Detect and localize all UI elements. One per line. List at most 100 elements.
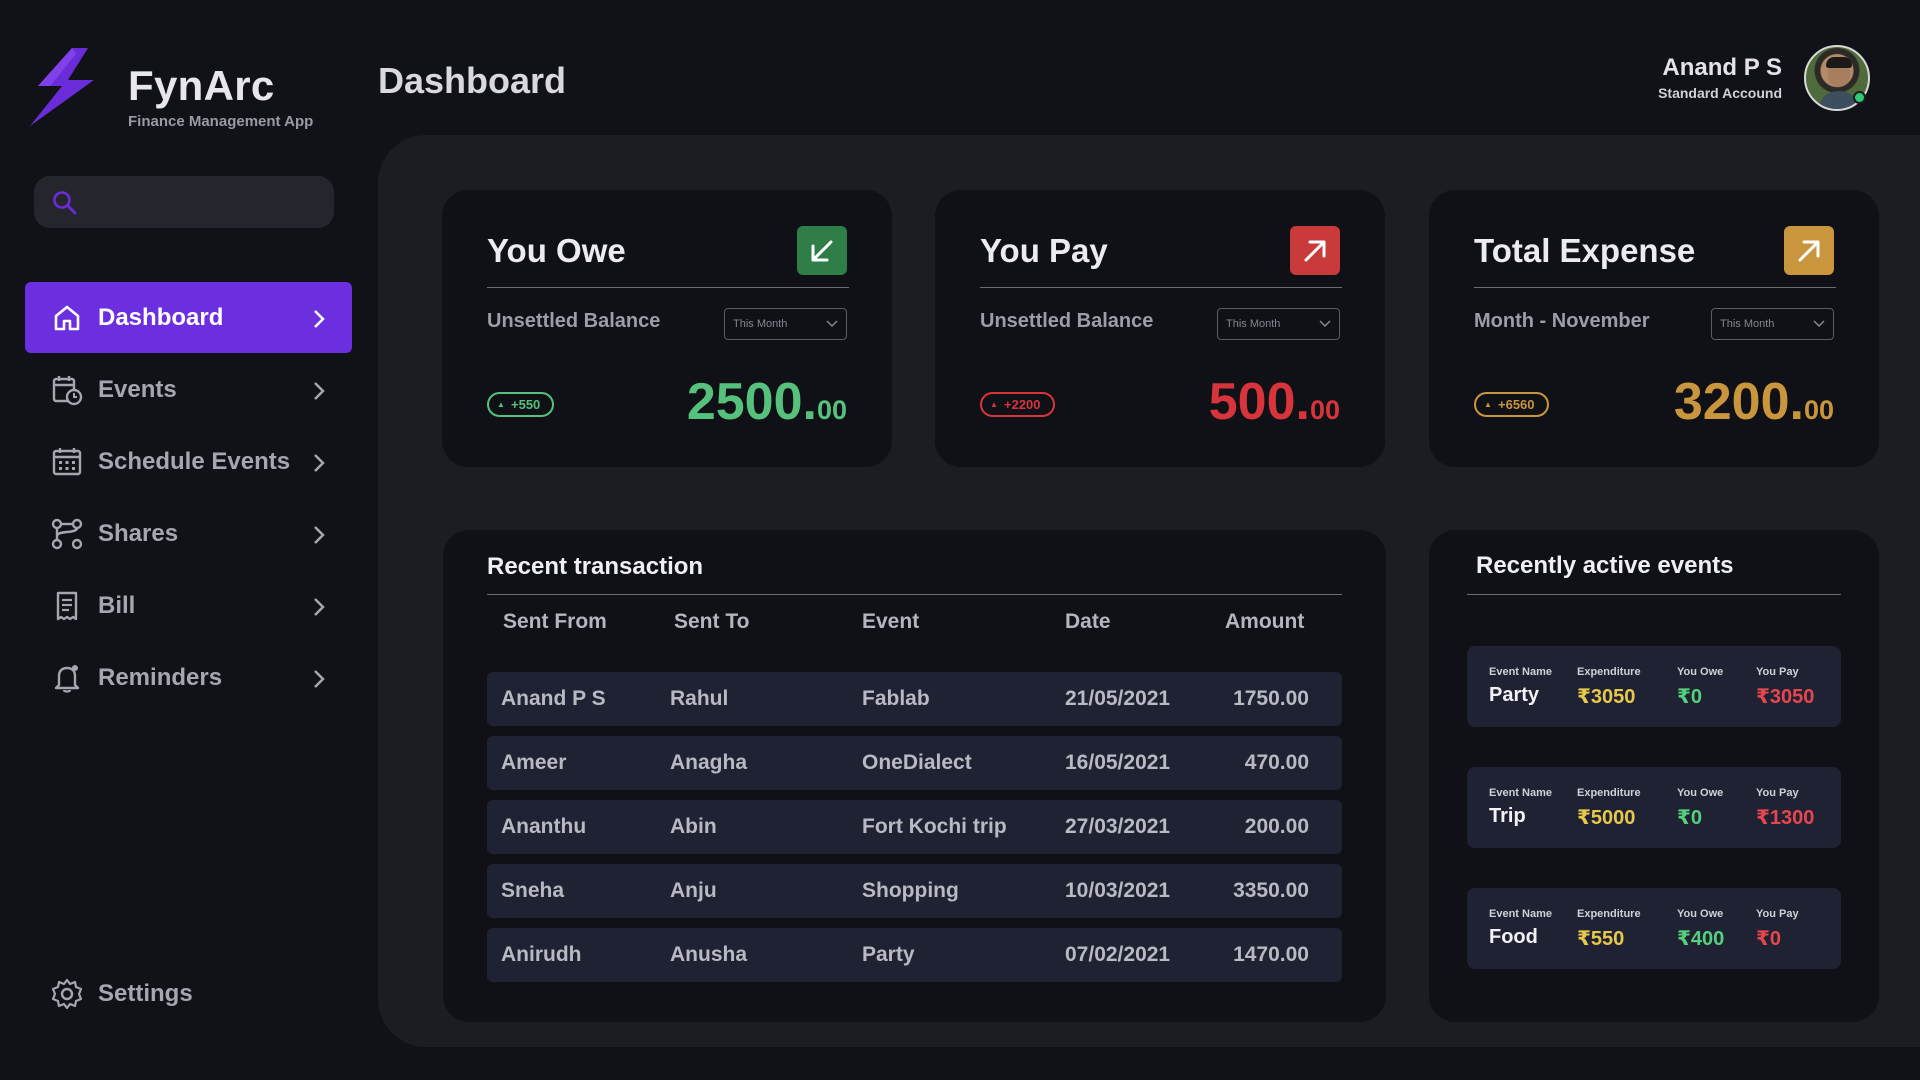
event-card[interactable]: Event Name Food Expenditure ₹550 You Owe ₹4… bbox=[1467, 888, 1841, 969]
card-total-expense: Total Expense Month - November This Mont… bbox=[1429, 190, 1879, 467]
card-title: You Owe bbox=[487, 232, 626, 269]
sidebar-item-label: Bill bbox=[98, 591, 136, 619]
sidebar-item-dashboard[interactable]: Dashboard bbox=[25, 282, 352, 353]
card-divider bbox=[1474, 287, 1836, 288]
section-title: Recently active events bbox=[1476, 552, 1734, 579]
table-header: Sent From Sent To Event Date Amount bbox=[487, 610, 1342, 640]
event-expenditure: ₹550 bbox=[1577, 928, 1625, 950]
section-title: Recent transaction bbox=[487, 553, 704, 580]
chevron-down-icon bbox=[1319, 320, 1331, 328]
sidebar-nav: Dashboard Events Schedule Events Shares … bbox=[25, 282, 352, 714]
column-header: Date bbox=[1065, 610, 1111, 633]
sidebar-item-settings[interactable]: Settings bbox=[25, 960, 325, 1030]
chevron-right-icon bbox=[314, 310, 325, 328]
receipt-icon bbox=[56, 591, 78, 621]
sidebar-item-shares[interactable]: Shares bbox=[25, 498, 352, 569]
period-select[interactable]: This Month bbox=[1711, 308, 1834, 340]
column-header: Sent To bbox=[674, 610, 750, 633]
event-expenditure: ₹5000 bbox=[1577, 807, 1636, 829]
card-you-owe: You Owe Unsettled Balance This Month +55… bbox=[442, 190, 892, 467]
arrow-up-right-icon[interactable] bbox=[1290, 226, 1340, 275]
chevron-right-icon bbox=[314, 382, 325, 400]
fynarc-logo-icon bbox=[30, 48, 94, 126]
app-subtitle: Finance Management App bbox=[128, 113, 314, 130]
table-row[interactable]: Anirudh Anusha Party 07/02/2021 1470.00 bbox=[487, 928, 1342, 982]
search-icon bbox=[53, 191, 77, 215]
table-row[interactable]: Ananthu Abin Fort Kochi trip 27/03/2021 … bbox=[487, 800, 1342, 854]
card-amount: 3200.00 bbox=[1673, 373, 1834, 431]
event-name: Food bbox=[1489, 926, 1538, 948]
section-divider bbox=[1467, 594, 1841, 595]
recent-transactions: Recent transaction Sent From Sent To Eve… bbox=[443, 530, 1386, 1022]
calendar-clock-icon bbox=[52, 376, 83, 406]
card-amount: 2500.00 bbox=[686, 373, 847, 431]
period-select[interactable]: This Month bbox=[1217, 308, 1340, 340]
table-body: Anand P S Rahul Fablab 21/05/2021 1750.0… bbox=[487, 672, 1342, 992]
card-divider bbox=[487, 287, 849, 288]
chevron-right-icon bbox=[314, 598, 325, 616]
app-name: FynArc bbox=[128, 62, 275, 109]
event-card[interactable]: Event Name Party Expenditure ₹3050 You Owe… bbox=[1467, 646, 1841, 727]
event-you-owe: ₹0 bbox=[1677, 686, 1703, 708]
chevron-down-icon bbox=[826, 320, 838, 328]
settings-label: Settings bbox=[98, 980, 193, 1007]
chevron-right-icon bbox=[314, 454, 325, 472]
chevron-down-icon bbox=[1813, 320, 1825, 328]
card-subtitle: Unsettled Balance bbox=[980, 310, 1154, 332]
change-badge: +550 bbox=[487, 392, 555, 417]
event-you-pay: ₹1300 bbox=[1756, 807, 1815, 829]
page-title: Dashboard bbox=[378, 60, 567, 101]
card-divider bbox=[980, 287, 1342, 288]
sidebar-item-label: Schedule Events bbox=[98, 447, 291, 475]
chevron-right-icon bbox=[314, 526, 325, 544]
change-badge: +6560 bbox=[1474, 392, 1549, 417]
column-header: Amount bbox=[1225, 610, 1305, 633]
search-input[interactable] bbox=[94, 186, 314, 218]
home-icon bbox=[54, 305, 80, 331]
event-you-pay: ₹3050 bbox=[1756, 686, 1815, 708]
online-status-dot bbox=[1853, 91, 1866, 104]
card-subtitle: Unsettled Balance bbox=[487, 310, 661, 332]
share-nodes-icon bbox=[51, 518, 83, 550]
chevron-right-icon bbox=[314, 670, 325, 688]
sidebar-item-events[interactable]: Events bbox=[25, 354, 352, 425]
card-title: Total Expense bbox=[1474, 232, 1696, 269]
sidebar-item-label: Shares bbox=[98, 519, 179, 547]
calendar-grid-icon bbox=[52, 448, 82, 476]
column-header: Event bbox=[862, 610, 920, 633]
period-select-value: This Month bbox=[733, 318, 788, 330]
card-title: You Pay bbox=[980, 232, 1108, 269]
bell-icon bbox=[54, 665, 80, 693]
event-you-pay: ₹0 bbox=[1756, 928, 1782, 950]
period-select-value: This Month bbox=[1720, 318, 1775, 330]
sidebar-item-reminders[interactable]: Reminders bbox=[25, 642, 352, 713]
table-row[interactable]: Sneha Anju Shopping 10/03/2021 3350.00 bbox=[487, 864, 1342, 918]
card-you-pay: You Pay Unsettled Balance This Month +22… bbox=[935, 190, 1385, 467]
card-amount: 500.00 bbox=[1208, 373, 1340, 431]
sidebar-item-bill[interactable]: Bill bbox=[25, 570, 352, 641]
column-header: Sent From bbox=[503, 610, 607, 633]
sidebar-item-label: Reminders bbox=[98, 663, 223, 691]
sidebar-item-label: Events bbox=[98, 375, 177, 403]
event-you-owe: ₹0 bbox=[1677, 807, 1703, 829]
event-expenditure: ₹3050 bbox=[1577, 686, 1636, 708]
table-row[interactable]: Ameer Anagha OneDialect 16/05/2021 470.0… bbox=[487, 736, 1342, 790]
event-card[interactable]: Event Name Trip Expenditure ₹5000 You Owe ₹… bbox=[1467, 767, 1841, 848]
sidebar-item-label: Dashboard bbox=[98, 303, 224, 331]
section-divider bbox=[487, 594, 1342, 595]
table-row[interactable]: Anand P S Rahul Fablab 21/05/2021 1750.0… bbox=[487, 672, 1342, 726]
event-name: Party bbox=[1489, 684, 1540, 706]
period-select[interactable]: This Month bbox=[724, 308, 847, 340]
card-subtitle: Month - November bbox=[1474, 310, 1650, 332]
recent-events: Recently active events Event Name Party E… bbox=[1429, 530, 1879, 1022]
arrow-up-right-icon[interactable] bbox=[1784, 226, 1834, 275]
period-select-value: This Month bbox=[1226, 318, 1281, 330]
arrow-down-left-icon[interactable] bbox=[797, 226, 847, 275]
event-you-owe: ₹400 bbox=[1677, 928, 1725, 950]
change-badge: +2200 bbox=[980, 392, 1055, 417]
user-name: Anand P S bbox=[1662, 54, 1782, 81]
event-name: Trip bbox=[1489, 805, 1526, 827]
search-box[interactable] bbox=[34, 176, 334, 228]
gear-icon bbox=[51, 978, 83, 1010]
sidebar-item-schedule-events[interactable]: Schedule Events bbox=[25, 426, 352, 497]
